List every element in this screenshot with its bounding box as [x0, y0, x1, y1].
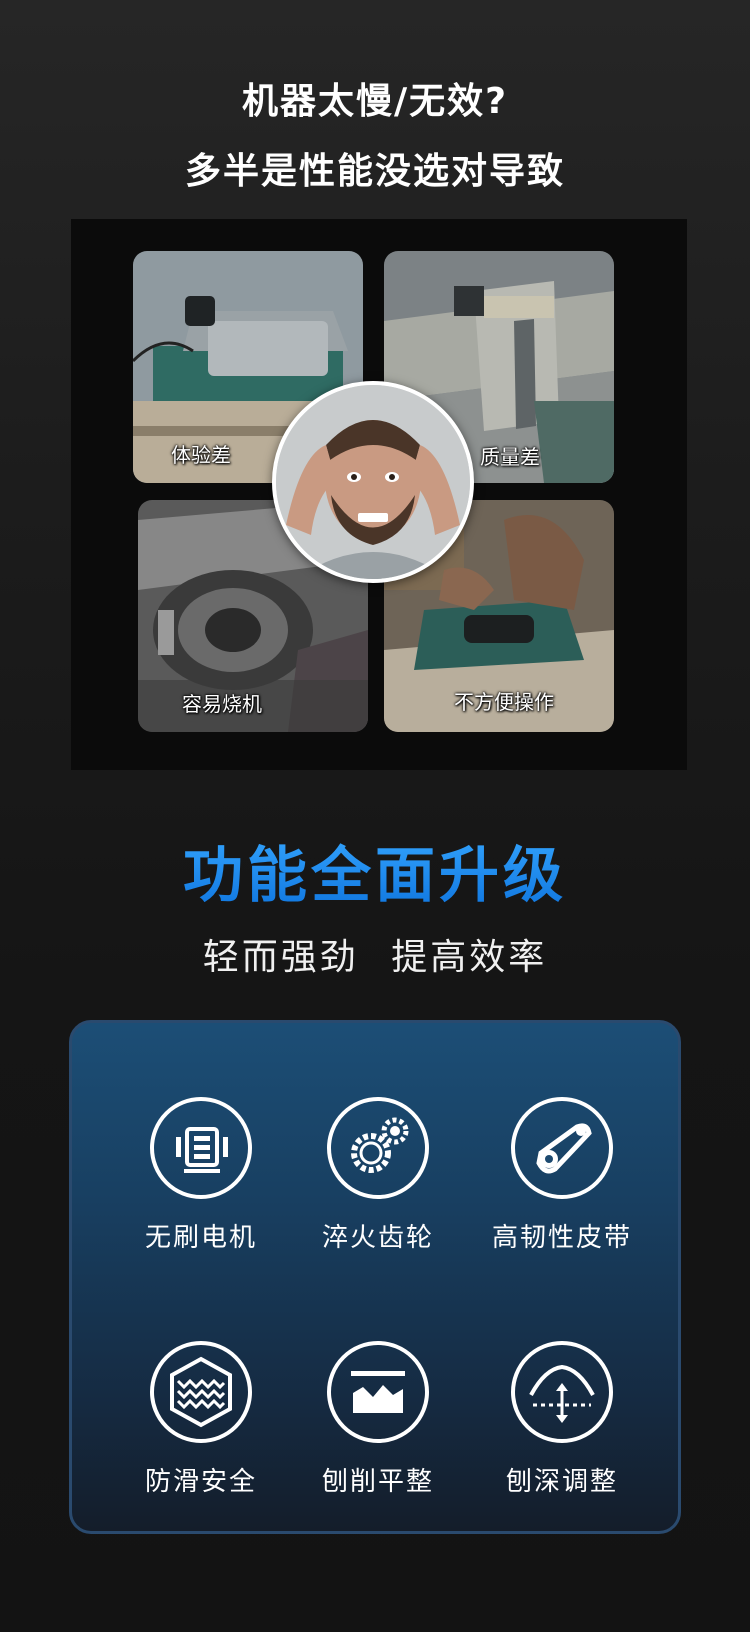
gears-icon: [327, 1097, 429, 1199]
pain-label-experience: 体验差: [171, 443, 231, 467]
feature-depth-adjust: 刨深调整: [462, 1341, 662, 1498]
feature-label-belt: 高韧性皮带: [491, 1223, 632, 1253]
pain-label-operation: 不方便操作: [454, 690, 554, 714]
flat-planing-icon: [327, 1341, 429, 1443]
anti-slip-icon: [150, 1341, 252, 1443]
feature-gears: 淬火齿轮: [278, 1097, 478, 1254]
feature-anti-slip: 防滑安全: [101, 1341, 301, 1498]
feature-label-depth-adjust: 刨深调整: [505, 1467, 618, 1497]
feature-brushless-motor: 无刷电机: [101, 1097, 301, 1254]
feature-label-brushless-motor: 无刷电机: [144, 1223, 257, 1253]
depth-adjust-icon: [511, 1341, 613, 1443]
features-panel: 无刷电机 淬火齿轮 高韧性皮带 防滑安全 刨削平整 刨深调整: [69, 1020, 681, 1534]
feature-label-gears: 淬火齿轮: [321, 1223, 434, 1253]
feature-label-anti-slip: 防滑安全: [144, 1467, 257, 1497]
feature-belt: 高韧性皮带: [462, 1097, 662, 1254]
feature-flat-planing: 刨削平整: [278, 1341, 478, 1498]
headline-line-2: 多半是性能没选对导致: [184, 151, 565, 192]
pain-points-panel: 体验差 质量差 容易烧机 不方便操作: [71, 219, 687, 770]
belt-pulley-icon: [511, 1097, 613, 1199]
upgrade-title: 功能全面升级: [0, 827, 750, 914]
feature-label-flat-planing: 刨削平整: [321, 1467, 434, 1497]
pain-label-burnout: 容易烧机: [182, 692, 262, 716]
stressed-man-photo: [272, 381, 474, 583]
stressed-man-illustration: [276, 385, 470, 579]
brushless-motor-icon: [150, 1097, 252, 1199]
upgrade-subtitle: 轻而强劲 提高效率: [202, 937, 548, 978]
pain-label-quality: 质量差: [480, 445, 540, 469]
headline-line-1: 机器太慢/无效?: [241, 81, 509, 122]
